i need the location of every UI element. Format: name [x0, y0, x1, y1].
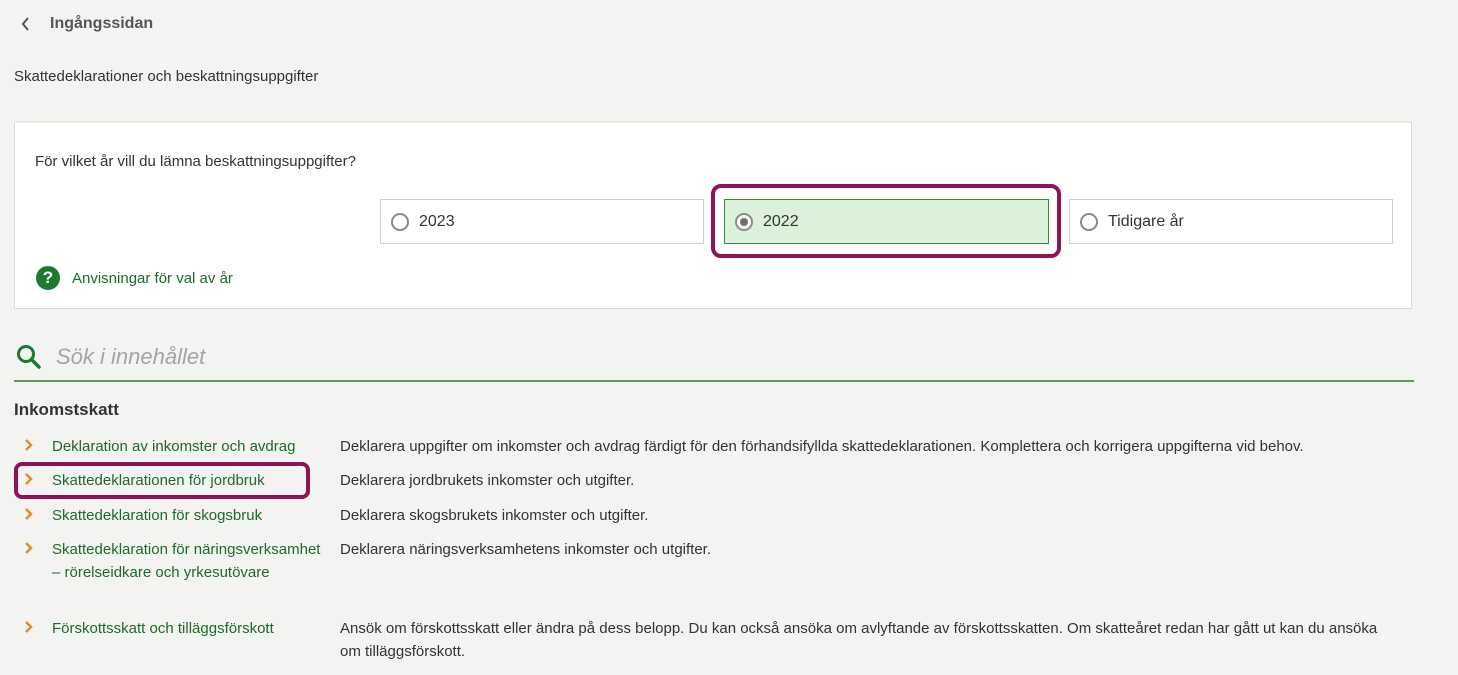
year-question: För vilket år vill du lämna beskattnings…	[35, 153, 356, 170]
help-link[interactable]: ? Anvisningar för val av år	[36, 266, 233, 290]
year-option-earlier[interactable]: Tidigare år	[1069, 199, 1393, 244]
item-link[interactable]: Skattedeklaration för skogsbruk	[52, 504, 332, 527]
question-circle-icon: ?	[36, 266, 60, 290]
item-description: Deklarera uppgifter om inkomster och avd…	[340, 438, 1304, 455]
item-description: Deklarera skogsbrukets inkomster och utg…	[340, 507, 649, 524]
chevron-right-icon	[24, 620, 38, 636]
radio-button[interactable]	[391, 212, 409, 231]
year-option-2023[interactable]: 2023	[380, 199, 704, 244]
search-input[interactable]	[54, 343, 1358, 371]
page-title: Skattedeklarationer och beskattningsuppg…	[14, 68, 319, 85]
chevron-right-icon	[24, 507, 38, 523]
item-link[interactable]: Skattedeklarationen för jordbruk	[52, 469, 332, 492]
year-option-label: Tidigare år	[1108, 212, 1184, 230]
year-option-2022[interactable]: 2022	[724, 199, 1049, 244]
chevron-right-icon	[24, 472, 38, 488]
search-icon	[16, 343, 44, 371]
radio-dot	[740, 217, 748, 226]
year-selector-card: För vilket år vill du lämna beskattnings…	[14, 121, 1412, 309]
year-option-label: 2022	[763, 212, 799, 230]
year-option-label: 2023	[419, 212, 455, 230]
help-link-label: Anvisningar för val av år	[72, 269, 233, 287]
item-link[interactable]: Förskottsskatt och tilläggsförskott	[52, 617, 332, 640]
back-link[interactable]: Ingångssidan	[20, 12, 153, 36]
back-link-label: Ingångssidan	[50, 15, 154, 32]
search-bar	[14, 334, 1414, 382]
item-link[interactable]: Deklaration av inkomster och avdrag	[52, 435, 332, 458]
chevron-left-icon	[20, 12, 38, 36]
radio-button-selected[interactable]	[735, 212, 753, 231]
item-link[interactable]: Skattedeklaration för näringsverksamhet …	[52, 538, 332, 584]
chevron-right-icon	[24, 438, 38, 454]
item-description: Ansök om förskottsskatt eller ändra på d…	[340, 620, 1378, 660]
item-description: Deklarera jordbrukets inkomster och utgi…	[340, 472, 635, 489]
item-description: Deklarera näringsverksamhetens inkomster…	[340, 541, 712, 558]
radio-button[interactable]	[1080, 212, 1098, 231]
chevron-right-icon	[24, 541, 38, 557]
section-title: Inkomstskatt	[14, 400, 119, 419]
